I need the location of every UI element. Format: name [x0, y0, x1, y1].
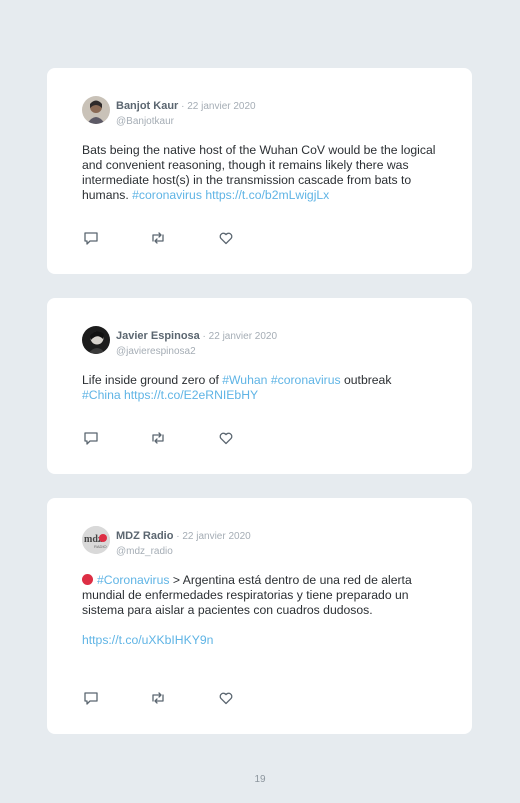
- avatar[interactable]: [82, 326, 110, 354]
- page-number: 19: [254, 774, 266, 785]
- like-icon[interactable]: [217, 230, 235, 246]
- hashtag-link[interactable]: #Wuhan: [222, 373, 267, 387]
- retweet-icon[interactable]: [149, 690, 167, 706]
- avatar-logo-subtext: RADIO: [94, 544, 107, 549]
- hashtag-link[interactable]: #coronavirus: [271, 373, 341, 387]
- reply-icon[interactable]: [82, 690, 100, 706]
- tweet-card: mdz RADIO MDZ Radio · 22 janvier 2020 @m…: [47, 498, 472, 734]
- like-icon[interactable]: [217, 430, 235, 446]
- tweet-date: · 22 janvier 2020: [173, 531, 251, 542]
- tweet-text-content: outbreak: [340, 373, 392, 387]
- tweet-text: Life inside ground zero of #Wuhan #coron…: [82, 373, 442, 403]
- hashtag-link[interactable]: #China: [82, 388, 121, 402]
- author-name[interactable]: MDZ Radio: [116, 530, 173, 542]
- author-name[interactable]: Banjot Kaur: [116, 100, 178, 112]
- retweet-icon[interactable]: [149, 430, 167, 446]
- tweet-date: · 22 janvier 2020: [199, 331, 278, 342]
- url-link[interactable]: https://t.co/uXKbIHKY9n: [82, 633, 213, 647]
- tweet-card: Banjot Kaur · 22 janvier 2020 @Banjotkau…: [47, 68, 472, 274]
- author-handle[interactable]: @mdz_radio: [116, 546, 251, 557]
- tweet-text: #Coronavirus > Argentina está dentro de …: [82, 573, 442, 648]
- reply-icon[interactable]: [82, 430, 100, 446]
- url-link[interactable]: https://t.co/b2mLwigjLx: [205, 188, 329, 202]
- red-circle-emoji-icon: [82, 574, 93, 585]
- tweet-text: Bats being the native host of the Wuhan …: [82, 143, 442, 203]
- tweet-date: · 22 janvier 2020: [178, 101, 256, 112]
- hashtag-link[interactable]: #Coronavirus: [97, 573, 169, 587]
- avatar[interactable]: [82, 96, 110, 124]
- author-handle[interactable]: @javierespinosa2: [116, 346, 277, 357]
- hashtag-link[interactable]: #coronavirus: [132, 188, 202, 202]
- reply-icon[interactable]: [82, 230, 100, 246]
- avatar[interactable]: mdz RADIO: [82, 526, 110, 554]
- retweet-icon[interactable]: [149, 230, 167, 246]
- like-icon[interactable]: [217, 690, 235, 706]
- author-name[interactable]: Javier Espinosa: [116, 330, 200, 342]
- url-link[interactable]: https://t.co/E2eRNIEbHY: [124, 388, 258, 402]
- tweet-card: Javier Espinosa · 22 janvier 2020 @javie…: [47, 298, 472, 474]
- author-handle[interactable]: @Banjotkaur: [116, 116, 256, 127]
- tweet-text-content: Life inside ground zero of: [82, 373, 223, 387]
